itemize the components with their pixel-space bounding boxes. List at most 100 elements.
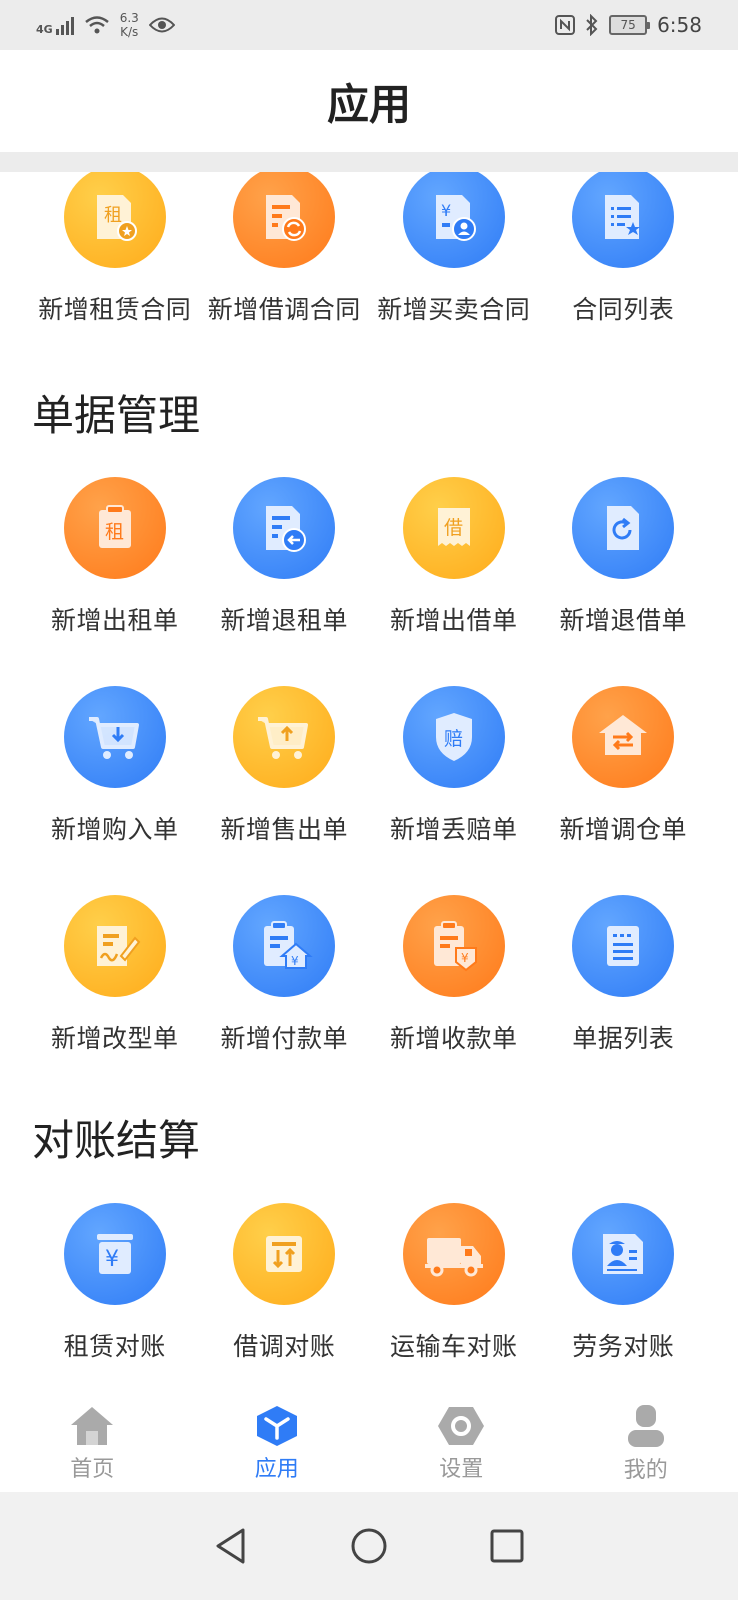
glyph: 租: [105, 521, 124, 543]
tile-label: 新增退借单: [559, 606, 687, 635]
nav-settings[interactable]: 设置: [369, 1392, 554, 1492]
recents-square-icon[interactable]: [489, 1528, 525, 1564]
profile-icon: [627, 1405, 664, 1447]
sale-contract-icon: ¥: [402, 172, 505, 268]
lease-contract-icon: 租: [63, 172, 166, 268]
tile-label: 借调对账: [233, 1332, 336, 1361]
warehouse-transfer-icon: [572, 686, 675, 788]
nav-home[interactable]: 首页: [0, 1392, 185, 1492]
tile-new-payment[interactable]: ¥ 新增付款单: [200, 895, 370, 1055]
tile-loan-reconcile[interactable]: 借调对账: [200, 1203, 370, 1363]
tile-label: 新增出租单: [50, 606, 179, 635]
lease-reconcile-icon: ¥: [63, 1203, 166, 1305]
tile-label: 新增收款单: [389, 1024, 518, 1053]
contracts-row: 租 新增租赁合同 新增借调合同 ¥ 新增买卖合同 合同列表: [30, 172, 708, 326]
signal-bars-icon: [55, 15, 74, 35]
rent-out-icon: 租: [63, 477, 166, 579]
tile-new-purchase[interactable]: 新增购入单: [30, 686, 200, 846]
apps-content[interactable]: 租 新增租赁合同 新增借调合同 ¥ 新增买卖合同 合同列表 单据管理 租 新增出…: [0, 172, 738, 1392]
documents-row-3: 新增改型单 ¥ 新增付款单 ¥ 新增收款单 单据列表: [30, 895, 708, 1055]
tile-label: 合同列表: [572, 295, 675, 324]
network-type: 4G: [36, 23, 53, 36]
status-left: 4G 6.3 K/s: [36, 11, 175, 39]
loan-reconcile-icon: [233, 1203, 336, 1305]
receipt-icon: ¥: [402, 895, 505, 997]
app-header: 应用: [0, 50, 738, 152]
tile-new-lease-contract[interactable]: 租 新增租赁合同: [30, 172, 200, 326]
tile-label: 新增购入单: [50, 815, 179, 844]
tile-label: 新增退租单: [220, 606, 348, 635]
glyph: 借: [444, 517, 463, 539]
glyph: 赔: [444, 728, 463, 750]
battery-icon: 75: [609, 15, 651, 35]
tile-label: 新增出借单: [389, 606, 518, 635]
section-title-reconciliation: 对账结算: [32, 1116, 201, 1165]
tile-truck-reconcile[interactable]: 运输车对账: [369, 1203, 539, 1363]
settings-hex-icon: [438, 1407, 485, 1445]
labor-icon: [572, 1203, 675, 1305]
tile-label: 新增租赁合同: [38, 295, 192, 324]
rent-return-icon: [233, 477, 336, 579]
tile-new-sale-contract[interactable]: ¥ 新增买卖合同: [369, 172, 539, 326]
nav-label: 应用: [254, 1457, 299, 1482]
nav-label: 设置: [439, 1457, 484, 1482]
tile-label: 新增借调合同: [207, 295, 361, 324]
tile-new-rent-return[interactable]: 新增退租单: [200, 477, 370, 637]
home-icon: [71, 1407, 114, 1445]
header-divider: [0, 152, 738, 172]
tile-label: 租赁对账: [63, 1332, 166, 1361]
tile-contract-list[interactable]: 合同列表: [539, 172, 709, 326]
nav-label: 我的: [623, 1458, 668, 1483]
tile-new-lend-out[interactable]: 借 新增出借单: [369, 477, 539, 637]
tile-label: 新增丢赔单: [389, 815, 518, 844]
signal-indicator: 4G: [36, 15, 74, 35]
tile-label: 新增付款单: [220, 1024, 348, 1053]
lend-out-icon: 借: [402, 477, 505, 579]
system-nav-bar: [0, 1492, 738, 1600]
status-right: 75 6:58: [555, 13, 702, 37]
contract-list-icon: [572, 172, 675, 268]
nav-apps[interactable]: 应用: [185, 1392, 370, 1492]
speed-value: 6.3: [119, 11, 139, 25]
tile-new-modification[interactable]: 新增改型单: [30, 895, 200, 1055]
clock: 6:58: [657, 13, 702, 37]
glyph: ¥: [291, 954, 299, 968]
tile-new-loan-contract[interactable]: 新增借调合同: [200, 172, 370, 326]
nav-profile[interactable]: 我的: [554, 1392, 738, 1492]
section-title-documents: 单据管理: [32, 391, 201, 440]
tile-new-loss-compensation[interactable]: 赔 新增丢赔单: [369, 686, 539, 846]
documents-row-2: 新增购入单 新增售出单 赔 新增丢赔单 新增调仓单: [30, 686, 708, 846]
tile-lease-reconcile[interactable]: ¥ 租赁对账: [30, 1203, 200, 1363]
purchase-cart-icon: [63, 686, 166, 788]
document-list-icon: [572, 895, 675, 997]
modification-icon: [63, 895, 166, 997]
speed-unit: K/s: [120, 25, 139, 39]
tile-document-list[interactable]: 单据列表: [539, 895, 709, 1055]
lend-return-icon: [572, 477, 675, 579]
svg-text:租: 租: [104, 205, 122, 226]
tile-new-rent-out[interactable]: 租 新增出租单: [30, 477, 200, 637]
home-circle-icon[interactable]: [349, 1526, 389, 1566]
tile-label: 新增调仓单: [559, 815, 687, 844]
nav-label: 首页: [70, 1457, 115, 1482]
glyph: ¥: [105, 1247, 119, 1272]
documents-row-1: 租 新增出租单 新增退租单 借 新增出借单 新增退借单: [30, 477, 708, 637]
back-triangle-icon[interactable]: [213, 1526, 249, 1566]
bottom-nav: 首页 应用 设置 我的: [0, 1392, 738, 1492]
tile-new-lend-return[interactable]: 新增退借单: [539, 477, 709, 637]
tile-label: 新增售出单: [220, 815, 348, 844]
tile-new-warehouse-transfer[interactable]: 新增调仓单: [539, 686, 709, 846]
tile-label: 新增改型单: [50, 1024, 179, 1053]
tile-label: 新增买卖合同: [377, 295, 531, 324]
wifi-icon: [84, 16, 109, 34]
sale-cart-icon: [233, 686, 336, 788]
payment-icon: ¥: [233, 895, 336, 997]
tile-labor-reconcile[interactable]: 劳务对账: [539, 1203, 709, 1363]
loan-contract-icon: [233, 172, 336, 268]
loss-compensation-icon: 赔: [402, 686, 505, 788]
bluetooth-icon: [586, 14, 598, 36]
tile-new-receipt[interactable]: ¥ 新增收款单: [369, 895, 539, 1055]
nfc-icon: [555, 15, 576, 35]
tile-new-sale[interactable]: 新增售出单: [200, 686, 370, 846]
eye-icon: [148, 17, 175, 33]
